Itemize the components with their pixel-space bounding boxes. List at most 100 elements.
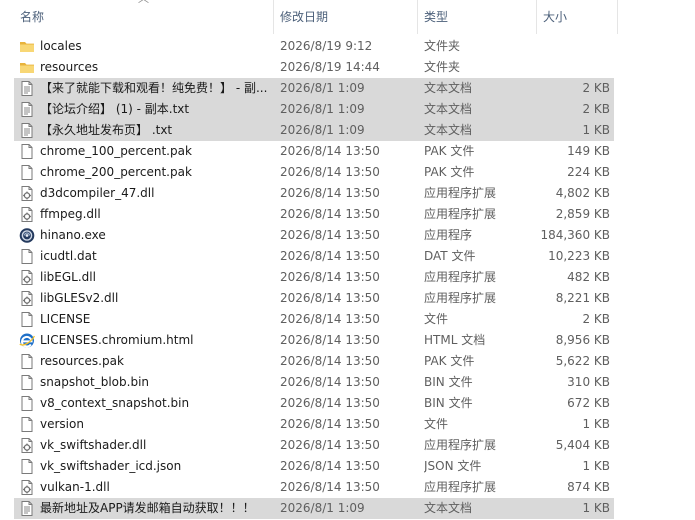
file-type: 应用程序扩展 [424,480,497,494]
file-size: 1 KB [582,417,610,431]
file-row[interactable]: LICENSE 2026/8/14 13:50 文件 2 KB [14,309,614,330]
file-size: 5,404 KB [555,438,610,452]
file-date: 2026/8/14 13:50 [280,270,380,284]
file-name: 最新地址及APP请发邮箱自动获取！！！ [40,501,255,515]
file-name: chrome_200_percent.pak [40,165,192,179]
file-type: 应用程序扩展 [424,186,497,200]
file-name: LICENSES.chromium.html [40,333,194,347]
file-name: resources.pak [40,354,124,368]
file-name: snapshot_blob.bin [40,375,150,389]
file-date: 2026/8/14 13:50 [280,459,380,473]
column-header-type[interactable]: 类型 [424,0,524,34]
file-size: 310 KB [567,375,610,389]
file-name: vk_swiftshader.dll [40,438,147,452]
file-type: 应用程序扩展 [424,207,497,221]
file-icon [19,416,35,433]
text-file-icon [19,122,35,139]
file-size: 2 KB [582,81,610,95]
file-name: 【论坛介绍】 (1) - 副本.txt [40,102,190,116]
file-type: HTML 文档 [424,333,486,347]
dll-file-icon [19,206,35,223]
app-exe-icon [19,227,35,244]
file-name: vk_swiftshader_icd.json [40,459,182,473]
file-date: 2026/8/14 13:50 [280,438,380,452]
file-type: BIN 文件 [424,396,473,410]
file-icon [19,164,35,181]
file-row[interactable]: vulkan-1.dll 2026/8/14 13:50 应用程序扩展 874 KB [14,477,614,498]
file-type: 应用程序 [424,228,473,242]
file-icon [19,458,35,475]
file-name: libGLESv2.dll [40,291,119,305]
file-type: 应用程序扩展 [424,270,497,284]
file-date: 2026/8/14 13:50 [280,312,380,326]
file-date: 2026/8/1 1:09 [280,102,365,116]
file-date: 2026/8/14 13:50 [280,249,380,263]
file-size: 874 KB [567,480,610,494]
file-type: 文件 [424,312,449,326]
file-row[interactable]: 最新地址及APP请发邮箱自动获取！！！ 2026/8/1 1:09 文本文档 1 KB [14,498,614,519]
file-size: 1 KB [582,123,610,137]
file-row[interactable]: vk_swiftshader.dll 2026/8/14 13:50 应用程序扩展 5… [14,435,614,456]
file-date: 2026/8/19 14:44 [280,60,380,74]
file-size: 1 KB [582,501,610,515]
file-name: chrome_100_percent.pak [40,144,192,158]
dll-file-icon [19,269,35,286]
file-type: 应用程序扩展 [424,438,497,452]
file-row[interactable]: version 2026/8/14 13:50 文件 1 KB [14,414,614,435]
file-row[interactable]: snapshot_blob.bin 2026/8/14 13:50 BIN 文件 31… [14,372,614,393]
file-icon [19,353,35,370]
file-date: 2026/8/1 1:09 [280,81,365,95]
file-size: 2 KB [582,102,610,116]
file-size: 4,802 KB [555,186,610,200]
file-size: 8,956 KB [555,333,610,347]
text-file-icon [19,101,35,118]
column-divider[interactable] [417,0,418,34]
file-type: PAK 文件 [424,144,475,158]
file-type: BIN 文件 [424,375,473,389]
file-row[interactable]: icudtl.dat 2026/8/14 13:50 DAT 文件 10,223 KB [14,246,614,267]
file-type: 文本文档 [424,81,473,95]
file-row[interactable]: vk_swiftshader_icd.json 2026/8/14 13:50 JS… [14,456,614,477]
file-type: 文本文档 [424,102,473,116]
file-date: 2026/8/14 13:50 [280,291,380,305]
file-row[interactable]: libEGL.dll 2026/8/14 13:50 应用程序扩展 482 KB [14,267,614,288]
file-row[interactable]: 【来了就能下载和观看！纯免费！】 - 副... 2026/8/1 1:09 文本文档… [14,78,614,99]
column-divider[interactable] [617,0,618,34]
file-icon [19,374,35,391]
file-row[interactable]: 【论坛介绍】 (1) - 副本.txt 2026/8/1 1:09 文本文档 2 KB [14,99,614,120]
file-date: 2026/8/1 1:09 [280,501,365,515]
file-type: 应用程序扩展 [424,291,497,305]
dll-file-icon [19,437,35,454]
column-divider[interactable] [536,0,537,34]
file-size: 2,859 KB [555,207,610,221]
file-name: libEGL.dll [40,270,96,284]
file-date: 2026/8/14 13:50 [280,396,380,410]
sort-ascending-icon: ︿ [138,0,149,6]
file-row[interactable]: resources 2026/8/19 14:44 文件夹 [14,57,614,78]
column-header-bar: 名称 ︿ 修改日期 类型 大小 [0,0,695,34]
file-row[interactable]: d3dcompiler_47.dll 2026/8/14 13:50 应用程序扩展 4… [14,183,614,204]
file-type: PAK 文件 [424,354,475,368]
file-name: version [40,417,84,431]
file-row[interactable]: hinano.exe 2026/8/14 13:50 应用程序 184,360 KB [14,225,614,246]
column-header-date[interactable]: 修改日期 [280,0,410,34]
column-header-size[interactable]: 大小 [543,0,613,34]
file-row[interactable]: libGLESv2.dll 2026/8/14 13:50 应用程序扩展 8,221 … [14,288,614,309]
file-date: 2026/8/14 13:50 [280,186,380,200]
column-divider[interactable] [273,0,274,34]
file-row[interactable]: 【永久地址发布页】 .txt 2026/8/1 1:09 文本文档 1 KB [14,120,614,141]
file-row[interactable]: v8_context_snapshot.bin 2026/8/14 13:50 BI… [14,393,614,414]
file-name: 【来了就能下载和观看！纯免费！】 - 副... [40,81,268,95]
file-size: 482 KB [567,270,610,284]
file-row[interactable]: locales 2026/8/19 9:12 文件夹 [14,36,614,57]
dll-file-icon [19,479,35,496]
file-row[interactable]: ffmpeg.dll 2026/8/14 13:50 应用程序扩展 2,859 KB [14,204,614,225]
file-size: 2 KB [582,312,610,326]
file-row[interactable]: resources.pak 2026/8/14 13:50 PAK 文件 5,622 … [14,351,614,372]
file-row[interactable]: chrome_100_percent.pak 2026/8/14 13:50 PAK… [14,141,614,162]
file-row[interactable]: LICENSES.chromium.html 2026/8/14 13:50 HTM… [14,330,614,351]
file-type: JSON 文件 [424,459,482,473]
file-name: 【永久地址发布页】 .txt [40,123,173,137]
file-row[interactable]: chrome_200_percent.pak 2026/8/14 13:50 PAK… [14,162,614,183]
dll-file-icon [19,290,35,307]
